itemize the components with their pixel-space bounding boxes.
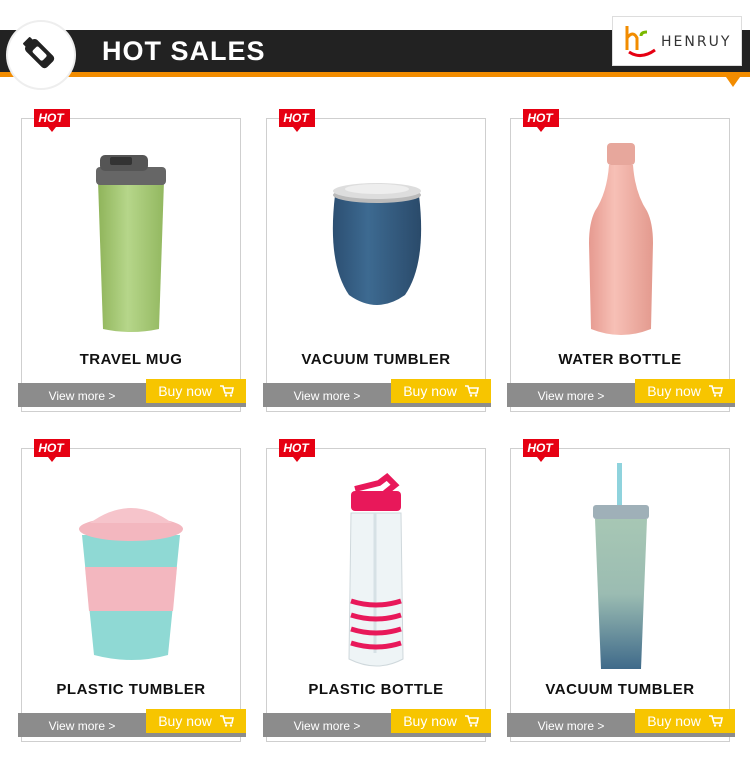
button-underline xyxy=(146,403,246,407)
cart-icon xyxy=(708,714,723,727)
hot-badge: HOT xyxy=(521,437,561,463)
product-name: VACUUM TUMBLER xyxy=(301,351,451,368)
buy-now-button[interactable]: Buy now xyxy=(146,709,246,733)
buy-now-label: Buy now xyxy=(647,713,701,729)
product-card-plastic-tumbler[interactable]: HOT PLASTIC TUMBLER View more > Buy now xyxy=(18,439,246,742)
product-name: PLASTIC BOTTLE xyxy=(308,681,444,698)
header-accent-triangle xyxy=(726,77,740,87)
vacuum-tumbler-image[interactable] xyxy=(267,133,485,343)
product-name: VACUUM TUMBLER xyxy=(545,681,695,698)
buy-now-label: Buy now xyxy=(403,383,457,399)
product-card-vacuum-tumbler[interactable]: HOT VACUUM TUMBLER View more > Buy now xyxy=(263,109,491,412)
product-name: PLASTIC TUMBLER xyxy=(56,681,206,698)
buy-now-label: Buy now xyxy=(158,383,212,399)
hot-badge: HOT xyxy=(32,107,72,133)
plastic-bottle-image[interactable] xyxy=(267,463,485,673)
view-more-button[interactable]: View more > xyxy=(263,383,391,407)
header-icon-badge xyxy=(8,22,74,88)
hot-badge: HOT xyxy=(277,107,317,133)
product-name: WATER BOTTLE xyxy=(558,351,682,368)
hot-badge: HOT xyxy=(277,437,317,463)
product-card-vacuum-tumbler-straw[interactable]: HOT VACUUM TUMBLER View more > Buy now xyxy=(507,439,735,742)
view-more-button[interactable]: View more > xyxy=(18,713,146,737)
cart-icon xyxy=(219,714,234,727)
water-bottle-image[interactable] xyxy=(511,133,729,343)
usb-bottle-icon xyxy=(23,37,55,69)
buy-now-label: Buy now xyxy=(403,713,457,729)
cart-icon xyxy=(464,384,479,397)
product-card-water-bottle[interactable]: HOT WATER BOTTLE View more > Buy now xyxy=(507,109,735,412)
cart-icon xyxy=(708,384,723,397)
buy-now-button[interactable]: Buy now xyxy=(391,379,491,403)
button-underline xyxy=(146,733,246,737)
header-accent-line xyxy=(0,72,750,77)
view-more-button[interactable]: View more > xyxy=(507,713,635,737)
cart-icon xyxy=(464,714,479,727)
product-card-plastic-bottle[interactable]: HOT PLASTIC BOTTLE View more > Buy now xyxy=(263,439,491,742)
page-title: HOT SALES xyxy=(102,36,266,66)
buy-now-label: Buy now xyxy=(158,713,212,729)
product-card-travel-mug[interactable]: HOT TRAVEL MUG View more > Buy now xyxy=(18,109,246,412)
plastic-tumbler-image[interactable] xyxy=(22,463,240,673)
buy-now-label: Buy now xyxy=(647,383,701,399)
buy-now-button[interactable]: Buy now xyxy=(635,379,735,403)
brand-logo: HENRUY xyxy=(612,16,742,66)
buy-now-button[interactable]: Buy now xyxy=(391,709,491,733)
buy-now-button[interactable]: Buy now xyxy=(146,379,246,403)
brand-name: HENRUY xyxy=(661,34,732,50)
button-underline xyxy=(391,733,491,737)
view-more-button[interactable]: View more > xyxy=(507,383,635,407)
view-more-button[interactable]: View more > xyxy=(263,713,391,737)
travel-mug-image[interactable] xyxy=(22,133,240,343)
button-underline xyxy=(635,733,735,737)
button-underline xyxy=(391,403,491,407)
hot-badge: HOT xyxy=(32,437,72,463)
vacuum-tumbler-straw-image[interactable] xyxy=(511,463,729,673)
henruy-logo-mark xyxy=(625,26,656,57)
buy-now-button[interactable]: Buy now xyxy=(635,709,735,733)
cart-icon xyxy=(219,384,234,397)
view-more-button[interactable]: View more > xyxy=(18,383,146,407)
hot-badge: HOT xyxy=(521,107,561,133)
product-name: TRAVEL MUG xyxy=(79,351,183,368)
button-underline xyxy=(635,403,735,407)
